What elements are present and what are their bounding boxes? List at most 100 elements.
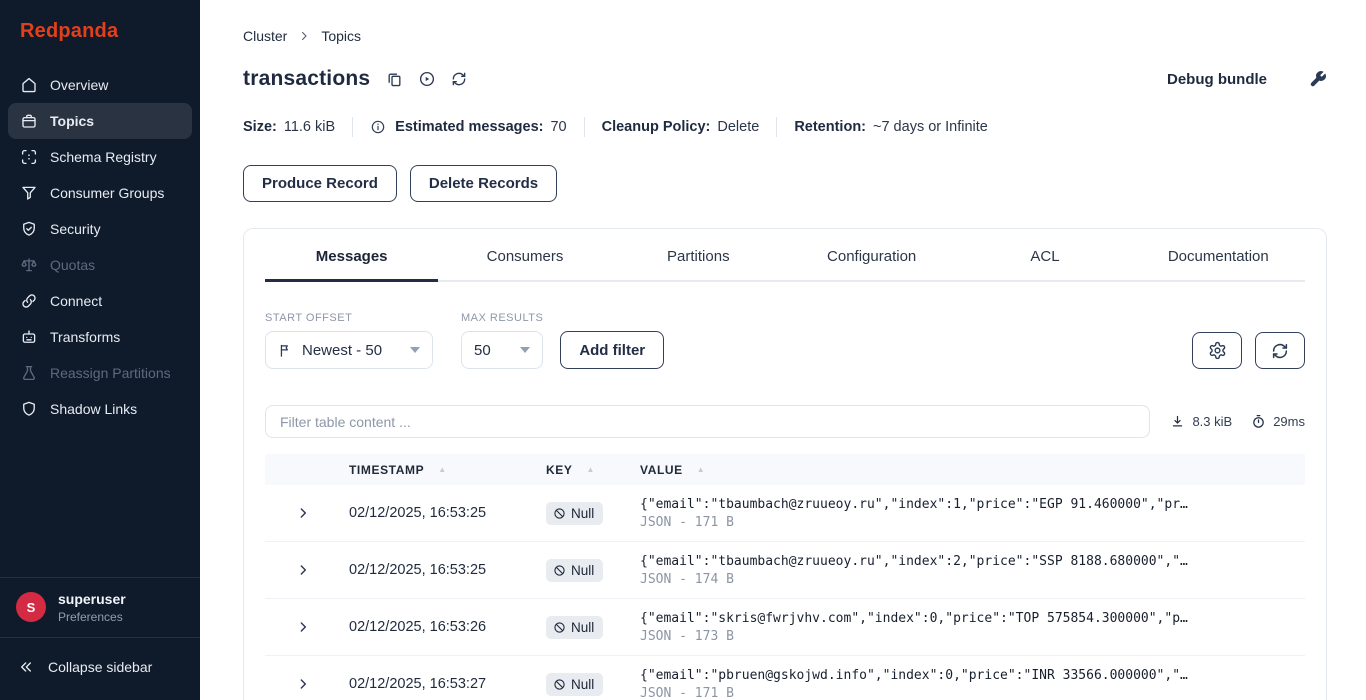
download-icon[interactable] <box>1170 414 1185 429</box>
start-offset-select[interactable]: Newest - 50 <box>265 331 433 369</box>
column-header-timestamp[interactable]: TIMESTAMP ▲ <box>341 463 538 477</box>
redpanda-logo: Redpanda <box>20 20 119 42</box>
tab-partitions[interactable]: Partitions <box>612 229 785 282</box>
sidebar-item-label: Reassign Partitions <box>50 365 171 381</box>
shield-icon <box>20 400 38 418</box>
refresh-topic-button[interactable] <box>451 71 467 87</box>
expand-row-button[interactable] <box>291 672 315 696</box>
max-results-label: MAX RESULTS <box>461 312 544 324</box>
chevron-down-icon <box>410 347 420 353</box>
sidebar: Redpanda Overview Topics Schema Registry… <box>0 0 200 700</box>
delete-records-button[interactable]: Delete Records <box>409 165 558 202</box>
chevron-down-icon <box>520 347 530 353</box>
user-preferences-link[interactable]: Preferences <box>58 610 126 624</box>
tab-configuration[interactable]: Configuration <box>785 229 958 282</box>
sidebar-item-shadow-links[interactable]: Shadow Links <box>8 391 192 427</box>
sidebar-item-label: Schema Registry <box>50 149 157 165</box>
debug-bundle-link[interactable]: Debug bundle <box>1167 71 1267 88</box>
column-header-key[interactable]: KEY ▲ <box>538 463 632 477</box>
copy-topic-name-button[interactable] <box>386 71 403 88</box>
stopwatch-icon <box>1251 414 1266 429</box>
message-timestamp: 02/12/2025, 16:53:27 <box>349 676 487 692</box>
tab-acl[interactable]: ACL <box>958 229 1131 282</box>
table-row[interactable]: 02/12/2025, 16:53:25 Null {"email":"tbau… <box>265 485 1305 542</box>
sidebar-item-label: Security <box>50 221 101 237</box>
table-header: TIMESTAMP ▲ KEY ▲ VALUE ▲ <box>265 454 1305 485</box>
sidebar-item-schema-registry[interactable]: Schema Registry <box>8 139 192 175</box>
avatar: S <box>16 592 46 623</box>
user-name: superuser <box>58 590 126 607</box>
sidebar-item-connect[interactable]: Connect <box>8 283 192 319</box>
breadcrumb-cluster[interactable]: Cluster <box>243 28 287 44</box>
wrench-icon <box>1310 71 1326 87</box>
user-profile[interactable]: S superuser Preferences <box>0 578 200 638</box>
collapse-sidebar-button[interactable]: Collapse sidebar <box>0 638 200 700</box>
filter-table-input[interactable] <box>265 405 1151 438</box>
message-timestamp: 02/12/2025, 16:53:25 <box>349 562 487 578</box>
table-row[interactable]: 02/12/2025, 16:53:27 Null {"email":"pbru… <box>265 656 1305 700</box>
produce-message-button[interactable] <box>418 70 436 88</box>
link-icon <box>20 292 38 310</box>
stat-estimated-messages: Estimated messages: 70 <box>370 119 567 135</box>
chevron-right-icon <box>300 622 307 632</box>
breadcrumb: Cluster Topics <box>243 28 1327 44</box>
sidebar-item-label: Connect <box>50 293 103 309</box>
ban-icon <box>553 507 566 520</box>
sidebar-item-transforms[interactable]: Transforms <box>8 319 192 355</box>
double-chevron-left-icon <box>18 659 34 675</box>
divider <box>776 117 778 137</box>
info-icon[interactable] <box>370 119 386 135</box>
null-key-badge: Null <box>546 672 604 696</box>
expand-row-button[interactable] <box>291 615 315 639</box>
elapsed-time: 29ms <box>1273 414 1305 429</box>
download-stats: 8.3 kiB 29ms <box>1170 414 1305 429</box>
null-key-badge: Null <box>546 615 604 639</box>
table-row[interactable]: 02/12/2025, 16:53:25 Null {"email":"tbau… <box>265 542 1305 599</box>
chevron-right-icon <box>300 565 307 575</box>
ban-icon <box>553 621 566 634</box>
sort-icon: ▲ <box>586 465 596 474</box>
breadcrumb-topics[interactable]: Topics <box>321 28 361 44</box>
sort-icon: ▲ <box>438 465 447 474</box>
produce-record-button[interactable]: Produce Record <box>243 165 397 202</box>
message-meta: JSON - 171 B <box>640 685 734 700</box>
message-settings-button[interactable] <box>1192 332 1242 369</box>
admin-tools-button[interactable] <box>1309 70 1327 88</box>
chevron-right-icon <box>300 508 307 518</box>
schema-registry-icon <box>20 148 38 166</box>
tab-documentation[interactable]: Documentation <box>1132 229 1305 282</box>
message-value: {"email":"skris@fwrjvhv.com","index":0,"… <box>640 610 1188 626</box>
sort-icon: ▲ <box>696 465 706 474</box>
messages-table: TIMESTAMP ▲ KEY ▲ VALUE ▲ 02/12/2025, 16:53… <box>265 454 1305 700</box>
expand-row-button[interactable] <box>291 501 315 525</box>
message-value: {"email":"tbaumbach@zruueoy.ru","index":… <box>640 496 1188 512</box>
chevron-right-icon <box>300 679 307 689</box>
tab-messages[interactable]: Messages <box>265 229 439 282</box>
home-icon <box>20 76 38 94</box>
expand-row-button[interactable] <box>291 558 315 582</box>
page-title: transactions <box>243 67 371 90</box>
sidebar-item-overview[interactable]: Overview <box>8 67 192 103</box>
message-meta: JSON - 173 B <box>640 628 734 644</box>
sidebar-item-topics[interactable]: Topics <box>8 103 192 139</box>
tab-consumers[interactable]: Consumers <box>438 229 611 282</box>
sidebar-item-consumer-groups[interactable]: Consumer Groups <box>8 175 192 211</box>
max-results-select[interactable]: 50 <box>461 331 543 369</box>
refresh-messages-button[interactable] <box>1255 332 1305 369</box>
sidebar-item-label: Shadow Links <box>50 401 138 417</box>
ban-icon <box>553 678 566 691</box>
add-filter-button[interactable]: Add filter <box>560 331 665 369</box>
column-header-value[interactable]: VALUE ▲ <box>632 463 1305 477</box>
sidebar-item-security[interactable]: Security <box>8 211 192 247</box>
start-offset-value: Newest - 50 <box>302 341 383 359</box>
stat-size: Size: 11.6 kiB <box>243 119 336 135</box>
main-content: Cluster Topics transactions Debug bundle… <box>200 0 1366 700</box>
max-results-value: 50 <box>474 341 491 359</box>
stat-cleanup-policy: Cleanup Policy: Delete <box>601 119 760 135</box>
table-row[interactable]: 02/12/2025, 16:53:26 Null {"email":"skri… <box>265 599 1305 656</box>
sidebar-item-label: Transforms <box>50 329 121 345</box>
message-value: {"email":"pbruen@gskojwd.info","index":0… <box>640 667 1188 683</box>
topic-stats: Size: 11.6 kiB Estimated messages: 70 Cl… <box>243 117 1327 137</box>
topic-card: Messages Consumers Partitions Configurat… <box>243 228 1327 700</box>
sidebar-item-label: Overview <box>50 77 109 93</box>
